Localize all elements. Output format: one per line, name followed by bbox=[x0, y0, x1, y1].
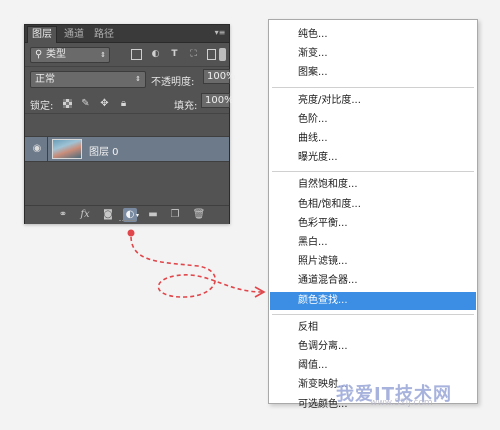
menu-item[interactable]: 曝光度... bbox=[270, 149, 476, 167]
menu-item[interactable]: 颜色查找... bbox=[270, 291, 476, 310]
menu-item[interactable]: 色调分离... bbox=[270, 338, 476, 356]
menu-item[interactable]: 阈值... bbox=[270, 357, 476, 375]
watermark-url: www.52ij.com bbox=[370, 398, 433, 408]
arrow-start-dot bbox=[127, 229, 135, 237]
menu-item[interactable]: 黑白... bbox=[270, 234, 476, 252]
menu-item[interactable]: 亮度/对比度... bbox=[270, 92, 476, 110]
menu-item[interactable]: 照片滤镜... bbox=[270, 253, 476, 271]
menu-item[interactable]: 色相/饱和度... bbox=[270, 196, 476, 214]
menu-item[interactable]: 通道混合器... bbox=[270, 272, 476, 290]
arrow-path bbox=[130, 236, 263, 298]
menu-item[interactable]: 自然饱和度... bbox=[270, 176, 476, 194]
adjustment-layer-menu: 纯色... 渐变... 图案... 亮度/对比度... 色阶... 曲线... 曝光度...… bbox=[268, 19, 478, 410]
menu-separator bbox=[272, 171, 474, 173]
menu-separator bbox=[272, 86, 474, 88]
menu-separator bbox=[272, 313, 474, 315]
menu-item[interactable]: 色彩平衡... bbox=[270, 215, 476, 233]
menu-item[interactable]: 反相 bbox=[270, 319, 476, 337]
menu-item[interactable]: 图案... bbox=[270, 64, 476, 82]
menu-item[interactable]: 渐变... bbox=[270, 45, 476, 63]
menu-item[interactable]: 色阶... bbox=[270, 111, 476, 129]
menu-item[interactable]: 曲线... bbox=[270, 130, 476, 148]
menu-item[interactable]: 纯色... bbox=[270, 26, 476, 44]
